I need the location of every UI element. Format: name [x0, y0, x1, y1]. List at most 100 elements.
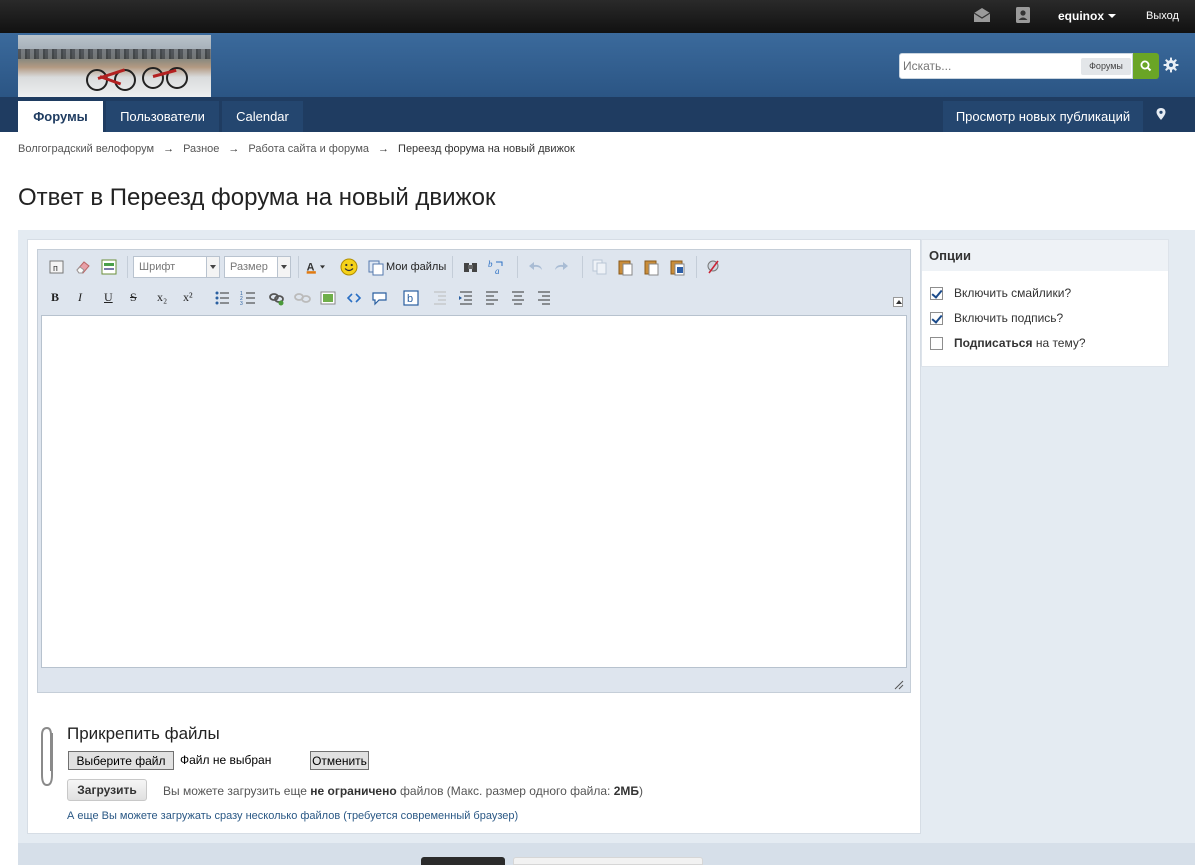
indent-icon[interactable]	[456, 288, 476, 308]
site-logo[interactable]	[18, 35, 211, 97]
checkbox-smilies[interactable]	[930, 287, 943, 300]
paperclip-icon	[41, 726, 53, 787]
search-button[interactable]	[1133, 53, 1159, 79]
numbered-list-icon[interactable]: 123	[238, 288, 258, 308]
bullet-list-icon[interactable]	[212, 288, 232, 308]
paste-text-icon[interactable]	[642, 257, 662, 277]
chevron-down-icon	[206, 257, 219, 277]
option-subscribe-bold: Подписаться	[954, 336, 1033, 350]
tab-calendar[interactable]: Calendar	[222, 101, 303, 132]
paste-word-icon[interactable]	[668, 257, 688, 277]
svg-text:a: a	[495, 266, 500, 276]
upload-info-suffix: )	[639, 784, 644, 798]
copy-icon[interactable]	[590, 257, 610, 277]
user-card-icon[interactable]	[1013, 6, 1033, 24]
page-title: Ответ в Переезд форума на новый движок	[18, 184, 496, 211]
gear-icon[interactable]	[1163, 57, 1179, 73]
svg-text:3: 3	[240, 301, 243, 307]
redo-icon[interactable]	[551, 257, 571, 277]
multi-upload-link[interactable]: А еще Вы можете загружать сразу нескольк…	[67, 810, 518, 822]
svg-text:b: b	[488, 259, 493, 269]
main-nav: Форумы Пользователи Calendar Просмотр но…	[0, 97, 1195, 132]
align-center-icon[interactable]	[508, 288, 528, 308]
text-color-icon[interactable]: A	[305, 257, 325, 277]
size-select-value: Размер	[230, 261, 268, 273]
breadcrumb-separator: →	[228, 143, 240, 155]
align-left-icon[interactable]	[482, 288, 502, 308]
italic-button[interactable]: I	[78, 290, 82, 305]
tab-forums[interactable]: Форумы	[18, 101, 103, 132]
choose-file-button[interactable]: Выберите файл	[68, 751, 174, 770]
eraser-icon[interactable]	[73, 257, 93, 277]
breadcrumb-separator: →	[163, 143, 175, 155]
image-icon[interactable]	[318, 288, 338, 308]
option-subscribe-rest: на тему?	[1035, 336, 1086, 350]
breadcrumb-item[interactable]: Волгоградский велофорум	[18, 143, 154, 155]
bold-button[interactable]: B	[51, 290, 59, 305]
strikethrough-button[interactable]: S	[130, 290, 137, 305]
search-input[interactable]	[903, 57, 1078, 75]
message-editor[interactable]	[41, 315, 907, 668]
cancel-upload-button[interactable]: Отменить	[310, 751, 369, 770]
tab-members[interactable]: Пользователи	[106, 101, 219, 132]
toolbar-separator	[696, 256, 697, 278]
quote-icon[interactable]	[370, 288, 390, 308]
search-scope-badge[interactable]: Форумы	[1081, 58, 1131, 75]
toolbar-separator	[452, 256, 453, 278]
remove-format-icon[interactable]	[703, 257, 723, 277]
map-pin-icon[interactable]	[1147, 101, 1175, 132]
options-heading: Опции	[922, 240, 1168, 271]
upload-button[interactable]: Загрузить	[67, 779, 147, 801]
spoiler-icon[interactable]: b	[401, 288, 421, 308]
envelope-icon[interactable]	[972, 6, 992, 24]
preview-button[interactable]	[513, 857, 703, 865]
upload-info-bold: не ограничено	[310, 784, 397, 798]
search-icon	[1140, 60, 1152, 72]
checkbox-subscribe[interactable]	[930, 337, 943, 350]
subscript-button[interactable]: x₂	[157, 290, 167, 305]
my-files-button[interactable]: Мои файлы	[386, 261, 446, 273]
link-icon[interactable]	[266, 288, 286, 308]
breadcrumb-item[interactable]: Работа сайта и форума	[248, 143, 369, 155]
paste-icon[interactable]	[616, 257, 636, 277]
smiley-icon[interactable]	[339, 257, 359, 277]
select-all-icon[interactable]	[99, 257, 119, 277]
code-icon[interactable]	[344, 288, 364, 308]
replace-icon[interactable]: ba	[487, 257, 507, 277]
align-right-icon[interactable]	[534, 288, 554, 308]
toolbar-separator	[582, 256, 583, 278]
new-posts-link[interactable]: Просмотр новых публикаций	[943, 101, 1143, 132]
logout-link[interactable]: Выход	[1146, 10, 1179, 22]
upload-info-prefix: Вы можете загрузить еще	[163, 784, 307, 798]
breadcrumb: Волгоградский велофорум → Разное → Работа са…	[18, 143, 575, 155]
switch-mode-icon[interactable]: п	[47, 257, 67, 277]
superscript-button[interactable]: x²	[183, 290, 193, 305]
size-select[interactable]: Размер	[224, 256, 291, 278]
option-subscribe-label[interactable]: Подписаться на тему?	[954, 336, 1086, 350]
toolbar-separator	[127, 256, 128, 278]
unlink-icon[interactable]	[292, 288, 312, 308]
font-select[interactable]: Шрифт	[133, 256, 220, 278]
submit-reply-button[interactable]	[421, 857, 505, 865]
undo-icon[interactable]	[526, 257, 546, 277]
option-signature-label[interactable]: Включить подпись?	[954, 311, 1063, 325]
upload-info-middle: файлов (Макс. размер одного файла:	[400, 784, 611, 798]
breadcrumb-current[interactable]: Переезд форума на новый движок	[398, 143, 575, 155]
option-smilies-label[interactable]: Включить смайлики?	[954, 286, 1071, 300]
username-menu[interactable]: equinox	[1058, 9, 1104, 23]
find-icon[interactable]	[461, 257, 481, 277]
options-panel: Опции Включить смайлики? Включить подпис…	[921, 239, 1169, 367]
attach-files-heading: Прикрепить файлы	[67, 724, 220, 743]
resize-grip-icon[interactable]	[892, 678, 904, 690]
svg-text:b: b	[407, 293, 413, 305]
search-box[interactable]: Форумы	[899, 53, 1133, 79]
chevron-down-icon[interactable]	[1108, 14, 1116, 18]
svg-text:п: п	[53, 263, 58, 273]
my-files-icon[interactable]	[366, 257, 386, 277]
font-select-value: Шрифт	[139, 261, 176, 273]
checkbox-signature[interactable]	[930, 312, 943, 325]
collapse-toolbar-button[interactable]	[893, 297, 903, 307]
underline-button[interactable]: U	[104, 290, 113, 305]
breadcrumb-item[interactable]: Разное	[183, 143, 219, 155]
outdent-icon[interactable]	[430, 288, 450, 308]
